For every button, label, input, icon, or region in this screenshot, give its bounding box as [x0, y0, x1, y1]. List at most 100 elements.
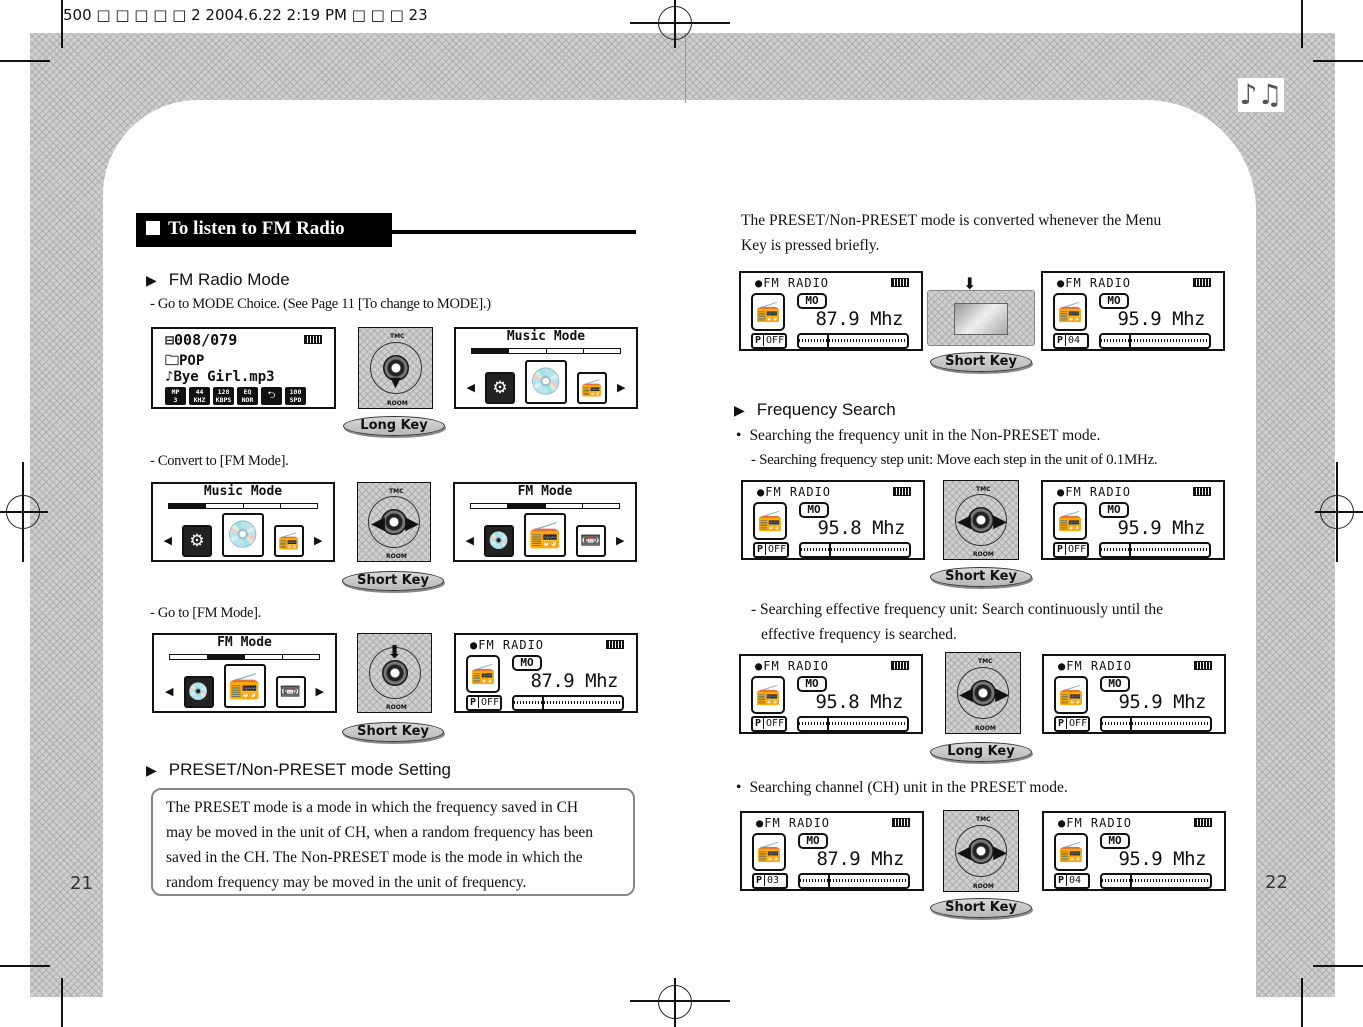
preset-value: OFF — [766, 718, 785, 729]
battery-icon — [1193, 278, 1211, 287]
crop-mark — [1313, 60, 1363, 62]
mono-indicator: MO — [797, 293, 827, 309]
frequency-value: 95.8 — [815, 691, 860, 713]
frequency-search-heading: ▶ Frequency Search — [734, 400, 896, 420]
section-title-text: To listen to FM Radio — [168, 218, 345, 239]
radio-icon: 📻 — [274, 525, 304, 557]
keypad-label-bottom: ROOM — [973, 551, 994, 558]
keypad-image: ◀ ▶ TMC ROOM — [943, 810, 1019, 892]
frequency-unit: Mhz — [870, 691, 903, 713]
preset-value: OFF — [768, 544, 787, 555]
intro-line: Key is pressed briefly. — [741, 237, 880, 254]
fm-mode-screen: FM Mode ◀ 💿 📻 📼 ▶ — [453, 482, 637, 562]
frequency-value: 95.9 — [1118, 848, 1163, 870]
keypad-image: ◀ ▶ TMC ROOM — [357, 482, 431, 562]
preset-indicator: P 03 — [752, 873, 788, 889]
preset-value: OFF — [481, 697, 500, 708]
radio-icon: 📻 — [577, 372, 607, 404]
frequency-unit: Mhz — [871, 848, 904, 870]
battery-icon — [893, 487, 911, 496]
frequency-value: 95.9 — [1117, 517, 1162, 539]
frequency-unit: Mhz — [585, 670, 618, 692]
bullet-dot-icon: • — [736, 779, 742, 796]
music-cd-icon: 💿 — [525, 360, 567, 404]
badge-repeat-icon: ⮌ — [261, 387, 282, 405]
keypad-label-top: TMC — [978, 658, 993, 665]
registration-mark — [630, 22, 730, 24]
radio-icon: 📻 — [1054, 833, 1088, 871]
triangle-bullet-icon: ▶ — [734, 402, 745, 418]
mono-indicator: MO — [1100, 676, 1130, 692]
battery-icon — [304, 335, 322, 344]
frequency-unit: Mhz — [1172, 517, 1205, 539]
radio-icon: 📻 — [223, 664, 266, 708]
frequency-readout: 95.8 Mhz — [817, 517, 905, 539]
mono-indicator: MO — [1099, 293, 1129, 309]
page-gutter — [685, 33, 686, 103]
crop-mark — [0, 965, 50, 967]
section-title: To listen to FM Radio — [136, 213, 392, 247]
play-pause-button-icon — [968, 507, 994, 533]
chevron-right-icon: ▶ — [616, 535, 625, 547]
file-line: ♪Bye Girl.mp3 — [165, 369, 275, 385]
registration-mark — [0, 511, 48, 513]
fm-radio-screen: ●FM RADIO 📻 MO 95.9 Mhz P 04 — [1041, 271, 1225, 351]
frequency-scale — [797, 716, 909, 732]
preset-prefix: P — [1058, 718, 1068, 729]
frequency-readout: 95.9 Mhz — [1118, 691, 1206, 713]
short-key-label: Short Key — [930, 352, 1032, 372]
track-counter: ⊟008/079 — [165, 331, 238, 349]
radio-icon: 📻 — [466, 655, 500, 693]
bullet-text: Searching the frequency unit in the Non-… — [749, 427, 1101, 444]
preset-indicator: P 04 — [1053, 333, 1089, 349]
keypad-label-top: TMC — [976, 486, 991, 493]
arrow-down-press-icon: ⬇ — [386, 642, 403, 662]
cd-icon: 💿 — [484, 525, 514, 557]
heading-text: Frequency Search — [756, 400, 896, 419]
registration-mark — [674, 978, 676, 1027]
preset-prefix: P — [755, 718, 765, 729]
registration-mark — [1315, 511, 1363, 513]
frequency-scale — [1099, 333, 1211, 349]
track-text: 008/079 — [174, 331, 238, 349]
registration-mark — [674, 0, 676, 48]
section-rule — [392, 230, 636, 234]
player-screen: ⊟008/079 🗀POP ♪Bye Girl.mp3 MP 3 44 KHZ 12… — [151, 327, 336, 409]
music-mode-screen: Music Mode ◀ ⚙ 💿 📻 ▶ — [454, 327, 638, 409]
arrow-left-icon: ◀ — [957, 842, 971, 862]
arrow-right-icon: ▶ — [993, 511, 1007, 531]
file-text: Bye Girl.mp3 — [173, 369, 275, 385]
mode-progress — [168, 503, 318, 509]
keypad-label-bottom: ROOM — [386, 553, 407, 560]
frequency-unit: Mhz — [1173, 848, 1206, 870]
preset-value: OFF — [766, 335, 785, 346]
triangle-bullet-icon: ▶ — [146, 762, 157, 778]
heading-text: PRESET/Non-PRESET mode Setting — [168, 760, 451, 779]
mode-title: Music Mode — [506, 329, 586, 344]
frequency-readout: 95.8 Mhz — [815, 691, 903, 713]
text-line: - Searching effective frequency unit: Se… — [751, 601, 1164, 618]
preset-prefix: P — [1057, 335, 1067, 346]
radio-icon: 📻 — [1053, 293, 1087, 331]
frequency-scale — [798, 873, 910, 889]
crop-mark — [1301, 0, 1303, 48]
preset-note-box: The PRESET mode is a mode in which the f… — [151, 788, 635, 896]
keypad-label-bottom: ROOM — [387, 400, 408, 407]
frequency-scale — [799, 542, 911, 558]
preset-indicator: P OFF — [751, 716, 787, 732]
mode-progress — [470, 503, 620, 509]
mode-title: FM Mode — [517, 484, 573, 499]
long-key-label: Long Key — [343, 416, 445, 436]
keypad-image: ⬇ ROOM — [357, 633, 432, 713]
music-cd-icon: 💿 — [222, 513, 264, 557]
crop-mark — [0, 60, 50, 62]
note-line: saved in the CH. The Non-PRESET mode is … — [166, 849, 583, 866]
battery-icon — [891, 661, 909, 670]
radio-icon: 📻 — [1054, 676, 1088, 714]
print-slug: 500 □ □ □ □ □ 2 2004.6.22 2:19 PM □ □ □ … — [63, 6, 428, 24]
mode-icons: ◀ 💿 📻 📼 ▶ — [154, 664, 335, 708]
preset-indicator: P 04 — [1054, 873, 1090, 889]
keypad-image: ◀ ▶ TMC ROOM — [943, 480, 1019, 560]
chevron-right-icon: ▶ — [617, 382, 626, 394]
frequency-unit: Mhz — [1173, 691, 1206, 713]
